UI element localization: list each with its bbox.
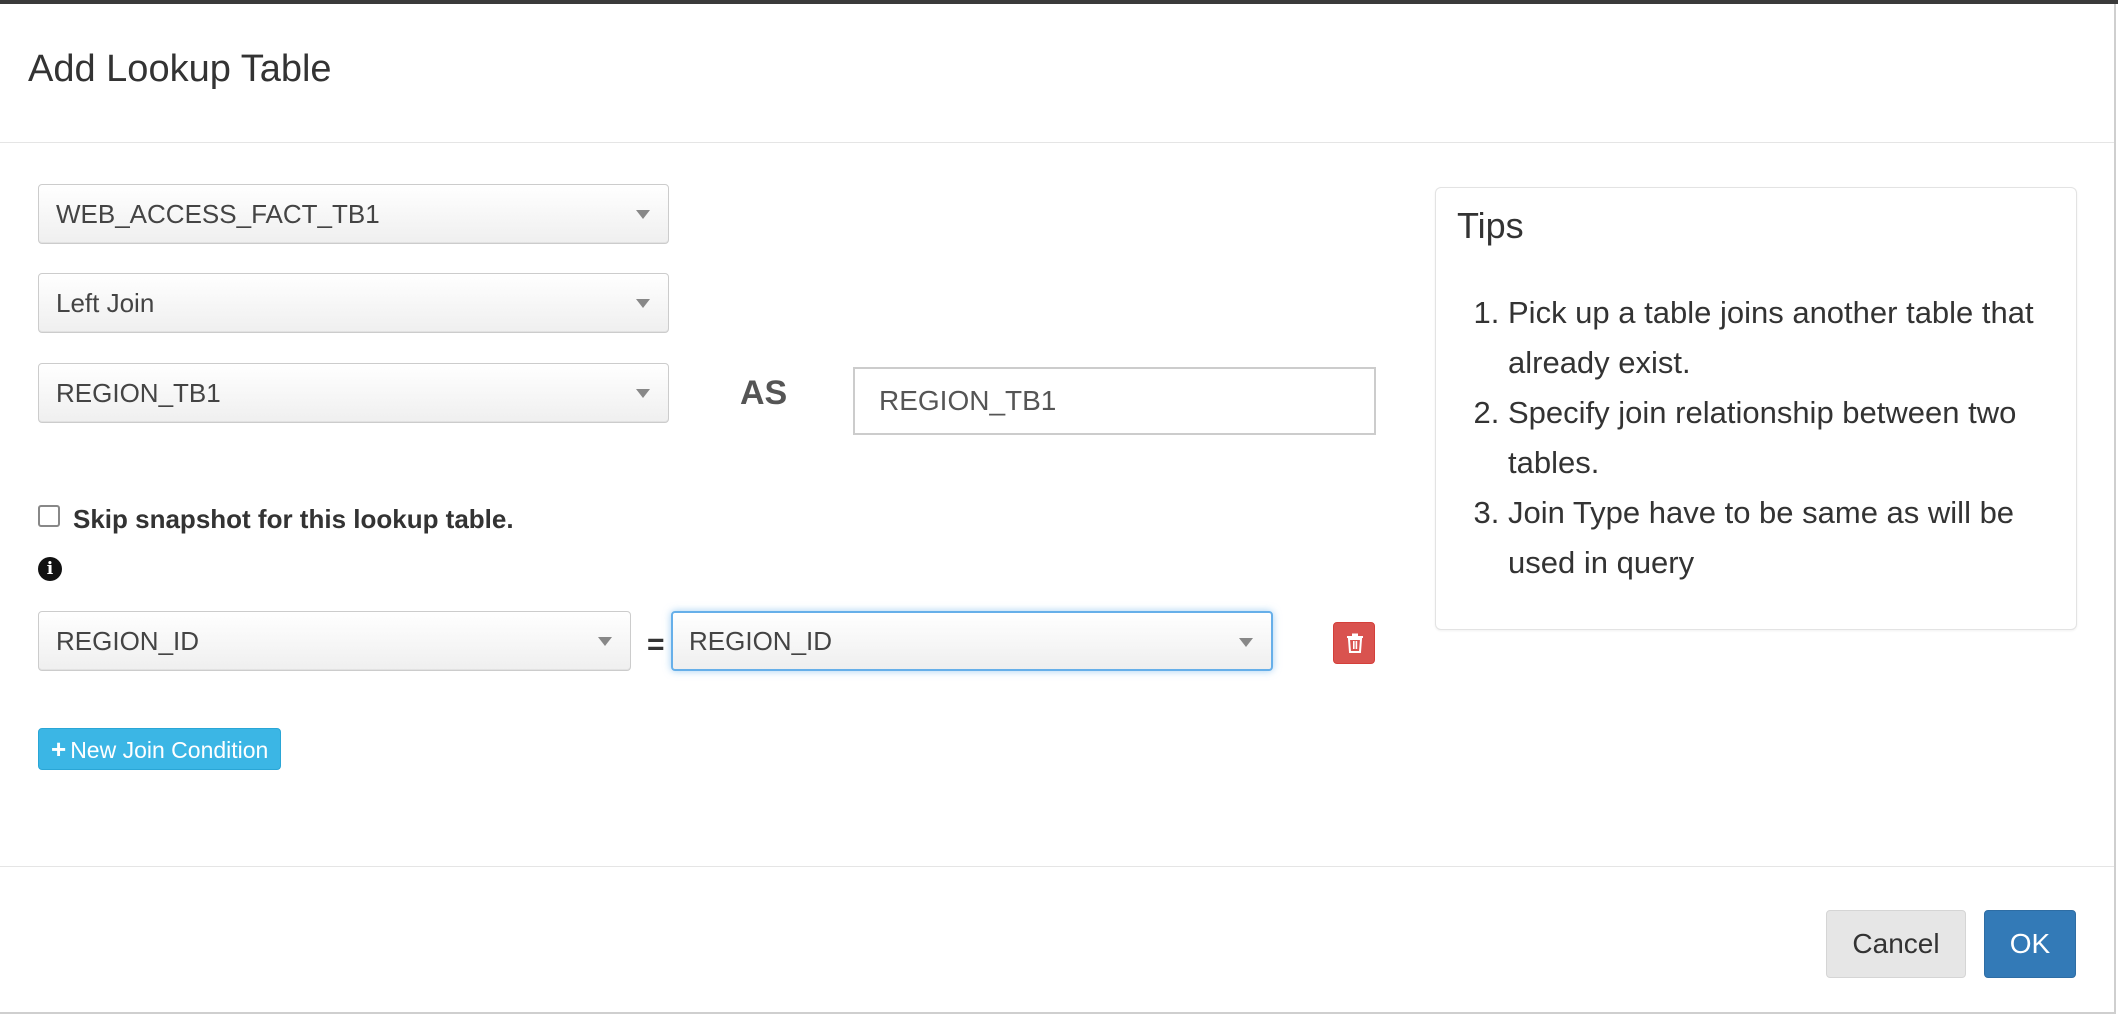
table-alias-input[interactable] [853, 367, 1376, 435]
caret-down-icon [636, 389, 650, 398]
caret-down-icon [636, 299, 650, 308]
fact-table-select-value: WEB_ACCESS_FACT_TB1 [56, 199, 380, 229]
join-type-select-value: Left Join [56, 288, 155, 318]
join-condition-right-select[interactable]: REGION_ID [671, 611, 1273, 671]
lookup-table-select[interactable]: REGION_TB1 [38, 363, 669, 423]
plus-icon: + [51, 734, 67, 764]
dialog-header: Add Lookup Table [0, 4, 2114, 143]
join-condition-right-value: REGION_ID [689, 626, 833, 656]
tips-title: Tips [1457, 205, 1524, 246]
info-circle-icon[interactable]: i [38, 557, 62, 581]
caret-down-icon [598, 637, 612, 646]
add-lookup-table-dialog: Add Lookup Table WEB_ACCESS_FACT_TB1 Lef… [0, 4, 2116, 1014]
delete-join-condition-button[interactable] [1333, 622, 1375, 664]
tips-list: Pick up a table joins another table that… [1466, 288, 2088, 588]
new-join-condition-button[interactable]: + New Join Condition [38, 728, 282, 770]
dialog-title: Add Lookup Table [28, 48, 332, 90]
tip-item: Pick up a table joins another table that… [1508, 288, 2088, 388]
caret-down-icon [636, 210, 650, 219]
dialog-footer [0, 866, 2114, 1013]
tips-panel: Tips Pick up a table joins another table… [1435, 187, 2077, 630]
lookup-table-select-value: REGION_TB1 [56, 378, 221, 408]
join-condition-left-value: REGION_ID [56, 626, 200, 656]
fact-table-select[interactable]: WEB_ACCESS_FACT_TB1 [38, 184, 669, 244]
trash-icon [1347, 633, 1363, 653]
ok-button[interactable]: OK [1984, 910, 2076, 978]
tip-item: Specify join relationship between two ta… [1508, 388, 2088, 488]
join-condition-left-select[interactable]: REGION_ID [38, 611, 631, 671]
equals-operator: = [647, 628, 665, 661]
skip-snapshot-label: Skip snapshot for this lookup table. [73, 504, 514, 534]
tip-item: Join Type have to be same as will be use… [1508, 488, 2088, 588]
skip-snapshot-checkbox[interactable] [38, 505, 60, 527]
as-label: AS [740, 374, 788, 412]
cancel-button[interactable]: Cancel [1826, 910, 1966, 978]
new-join-condition-label: New Join Condition [70, 737, 269, 763]
caret-down-icon [1239, 638, 1253, 647]
join-type-select[interactable]: Left Join [38, 273, 669, 333]
